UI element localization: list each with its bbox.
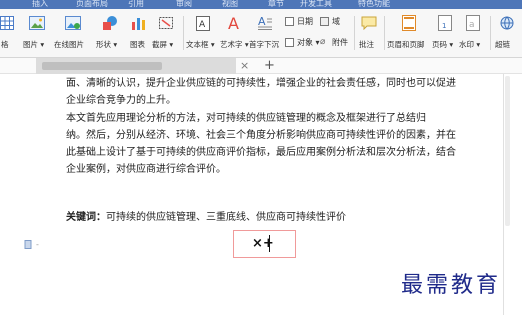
tool-label: 形状 ▾ [96,40,118,49]
keywords-label: 关键词： [66,212,106,223]
tool-label: 水印 ▾ [459,40,481,49]
tool-label: 图表 [130,40,145,49]
dropcap-icon: A [258,15,272,30]
paragraph-marker-dropdown[interactable]: - [36,240,39,249]
ribbon-toolbar: 插入 页面布局 引用 审阅 视图 章节 开发工具 特色功能 格 图片 ▾ 在线图… [0,0,522,58]
date-label: 日期 [297,17,313,26]
tab-title-blurred [42,62,162,70]
tool-label: 文本框 ▾ [186,40,215,49]
tool-label: 图片 ▾ [23,40,45,49]
object-label: 对象 ▾ [297,38,320,47]
tool-label: 首字下沉 [249,40,279,49]
watermark-icon: a [466,15,480,31]
tool-label: 页眉和页脚 [387,40,425,49]
table-icon [0,16,14,30]
textbox-button[interactable]: A 文本框 ▾ [186,14,220,56]
keywords-line: 关键词：可持续的供应链管理、三重底线、供应商可持续性评价 [66,211,346,225]
field-icon [320,17,329,26]
svg-text:1: 1 [442,22,446,30]
field-label: 域 [332,17,340,26]
hyperlink-icon [500,16,514,30]
svg-text:A: A [199,20,206,30]
picture-icon [29,16,45,30]
menu-bar: 插入 页面布局 引用 审阅 视图 章节 开发工具 特色功能 [0,0,522,9]
online-picture-button[interactable]: 在线图片 [54,14,92,56]
watermark-button[interactable]: a 水印 ▾ [459,14,487,56]
menu-item[interactable]: 视图 [222,0,238,8]
toolbar-divider [183,16,184,50]
new-tab-button[interactable]: + [264,58,275,73]
textbox-icon: A [196,16,210,31]
close-icon[interactable]: × [240,59,249,73]
page-number-button[interactable]: 1 页码 ▾ [432,14,458,56]
formula-text: ×+ [252,236,274,251]
page-number-icon: 1 [438,15,452,31]
body-line: 纳。然后，分别从经济、环境、社会三个角度分析影响供应商可持续性评价的因素，并在 [66,130,456,141]
document-tab-bar: × + [0,58,522,74]
menu-item[interactable]: 审阅 [176,0,192,8]
watermark-logo: 最需教育 [401,273,502,298]
formula-edit-box[interactable]: ×+ [233,230,296,258]
comment-icon [361,16,377,30]
tool-label: 批注 [359,40,374,49]
tool-label: 截屏 ▾ [152,40,174,49]
screenshot-button[interactable]: 截屏 ▾ [152,14,180,56]
keywords-text: 可持续的供应链管理、三重底线、供应商可持续性评价 [106,212,346,223]
body-line: 本文首先应用理论分析的方法，对可持续的供应链管理的概念及框架进行了总结归 [66,113,426,124]
chart-button[interactable]: 图表 [128,14,150,56]
menu-item[interactable]: 页面布局 [76,0,108,8]
tool-label: 艺术字 ▾ [220,40,249,49]
menu-item[interactable]: 引用 [128,0,144,8]
shapes-icon [103,16,117,30]
toolbar-divider [384,16,385,50]
svg-text:A: A [228,15,239,31]
page-edge [503,74,504,315]
picture-button[interactable]: 图片 ▾ [22,14,52,56]
svg-text:a: a [469,20,475,30]
toolbar-divider [354,16,355,50]
wordart-icon: A [228,15,239,31]
body-line: 企业案例，对供应商进行综合评价。 [66,164,226,175]
table-button[interactable]: 格 [0,14,18,56]
paperclip-icon: ⌀ [320,37,326,47]
chart-icon [132,18,145,30]
tool-label: 页码 ▾ [432,40,454,49]
menu-item[interactable]: 特色功能 [358,0,390,8]
tool-label: 格 [1,40,9,49]
online-picture-icon [65,16,81,30]
calendar-icon [285,17,294,26]
document-tab[interactable] [36,58,236,74]
body-line: 面、清晰的认识，提升企业供应链的可持续性，增强企业的社会责任感，同时也可以促进 [66,78,456,89]
header-footer-button[interactable]: 页眉和页脚 [387,14,431,56]
comment-button[interactable]: 批注 [357,14,381,56]
header-footer-icon [402,15,416,31]
tool-label: 超链 [495,40,510,49]
tool-label: 在线图片 [54,40,84,49]
body-line: 此基础上设计了基于可持续的供应商评价指标，最后应用案例分析法和层次分析法，结合 [66,147,456,158]
menu-item[interactable]: 开发工具 [300,0,332,8]
toolbar-divider [490,16,491,50]
hyperlink-button[interactable]: 超链 [493,14,522,56]
body-line: 企业综合竞争力的上升。 [66,95,176,106]
menu-item[interactable]: 插入 [32,0,48,8]
screenshot-icon [159,17,173,29]
paragraph-marker-icon[interactable] [24,240,33,249]
svg-text:A: A [258,15,266,28]
attachment-label: 附件 [332,38,348,47]
menu-item[interactable]: 章节 [268,0,284,8]
wordart-button[interactable]: A 艺术字 ▾ [220,14,249,56]
object-icon [285,38,294,47]
scrollbar[interactable] [505,76,510,226]
shapes-button[interactable]: 形状 ▾ [94,14,126,56]
dropcap-button[interactable]: A 首字下沉 [249,14,281,56]
text-caret [269,235,270,252]
